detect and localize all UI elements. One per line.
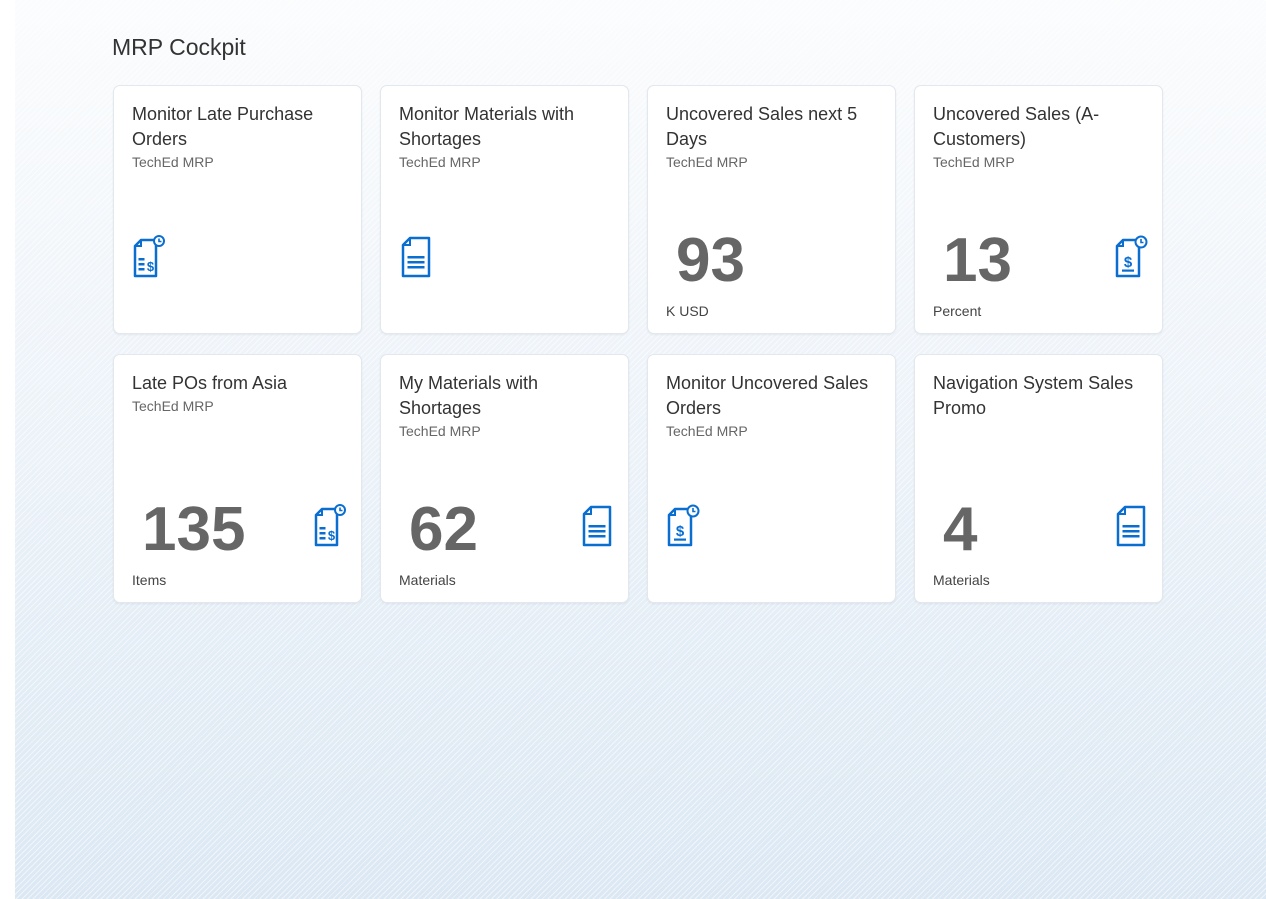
tile-subtitle: TechEd MRP: [933, 154, 1015, 170]
tile-my-materials-with-shortages[interactable]: My Materials with Shortages TechEd MRP 6…: [380, 354, 629, 603]
tile-subtitle: TechEd MRP: [666, 154, 748, 170]
kpi-unit: Items: [132, 572, 167, 588]
tile-title: My Materials with Shortages: [399, 373, 539, 418]
kpi-value: 13: [943, 226, 1012, 295]
tile-subtitle: TechEd MRP: [132, 154, 214, 170]
tile-header: Monitor Materials with Shortages TechEd …: [399, 102, 615, 171]
tile-title: Uncovered Sales next 5 Days: [666, 104, 858, 149]
document-lines-icon: [1114, 503, 1148, 549]
tile-navigation-system-sales-promo[interactable]: Navigation System Sales Promo 4 Material…: [914, 354, 1163, 603]
group-title: MRP Cockpit: [112, 34, 246, 60]
tile-late-pos-from-asia[interactable]: Late POs from Asia TechEd MRP 135 Items …: [113, 354, 362, 603]
launchpad-page: MRP Cockpit Monitor Late Purchase Orders…: [15, 0, 1266, 899]
kpi-unit: Materials: [933, 572, 990, 588]
tile-header: Navigation System Sales Promo: [933, 371, 1149, 423]
tile-header: Monitor Late Purchase Orders TechEd MRP: [132, 102, 348, 171]
kpi-value: 62: [409, 495, 478, 564]
tile-monitor-materials-with-shortages[interactable]: Monitor Materials with Shortages TechEd …: [380, 85, 629, 334]
tile-header: Uncovered Sales next 5 Days TechEd MRP: [666, 102, 882, 171]
tile-title: Monitor Late Purchase Orders: [132, 104, 314, 149]
svg-text:$: $: [676, 523, 685, 540]
tile-title: Uncovered Sales (A-Customers): [933, 104, 1100, 149]
tile-monitor-uncovered-sales-orders[interactable]: Monitor Uncovered Sales Orders TechEd MR…: [647, 354, 896, 603]
document-lines-icon: [580, 503, 614, 549]
tile-subtitle: TechEd MRP: [132, 398, 214, 414]
tile-subtitle: TechEd MRP: [399, 423, 481, 439]
tile-title: Monitor Uncovered Sales Orders: [666, 373, 869, 418]
tile-title: Monitor Materials with Shortages: [399, 104, 575, 149]
svg-text:$: $: [147, 259, 155, 274]
tile-header: Late POs from Asia TechEd MRP: [132, 371, 348, 415]
tile-title: Navigation System Sales Promo: [933, 373, 1134, 418]
svg-text:$: $: [1124, 254, 1133, 271]
tile-container: Monitor Late Purchase Orders TechEd MRP …: [113, 85, 1163, 603]
kpi-value: 4: [943, 495, 978, 564]
svg-text:$: $: [328, 528, 336, 543]
kpi-unit: Materials: [399, 572, 456, 588]
document-dollar-clock-icon: $: [666, 503, 700, 549]
tile-header: Uncovered Sales (A-Customers) TechEd MRP: [933, 102, 1149, 171]
tile-uncovered-sales-a-customers[interactable]: Uncovered Sales (A-Customers) TechEd MRP…: [914, 85, 1163, 334]
document-lines-icon: [399, 234, 433, 280]
kpi-unit: Percent: [933, 303, 982, 319]
kpi-value: 135: [142, 495, 246, 564]
tile-subtitle: TechEd MRP: [666, 423, 748, 439]
tile-uncovered-sales-next-5-days[interactable]: Uncovered Sales next 5 Days TechEd MRP 9…: [647, 85, 896, 334]
tile-header: Monitor Uncovered Sales Orders TechEd MR…: [666, 371, 882, 440]
kpi-value: 93: [676, 226, 745, 295]
tile-header: My Materials with Shortages TechEd MRP: [399, 371, 615, 440]
tile-monitor-late-purchase-orders[interactable]: Monitor Late Purchase Orders TechEd MRP …: [113, 85, 362, 334]
document-money-clock-icon: $: [313, 503, 347, 549]
tile-subtitle: TechEd MRP: [399, 154, 481, 170]
kpi-unit: K USD: [666, 303, 709, 319]
tile-title: Late POs from Asia: [132, 373, 288, 393]
document-dollar-clock-icon: $: [1114, 234, 1148, 280]
document-money-clock-icon: $: [132, 234, 166, 280]
